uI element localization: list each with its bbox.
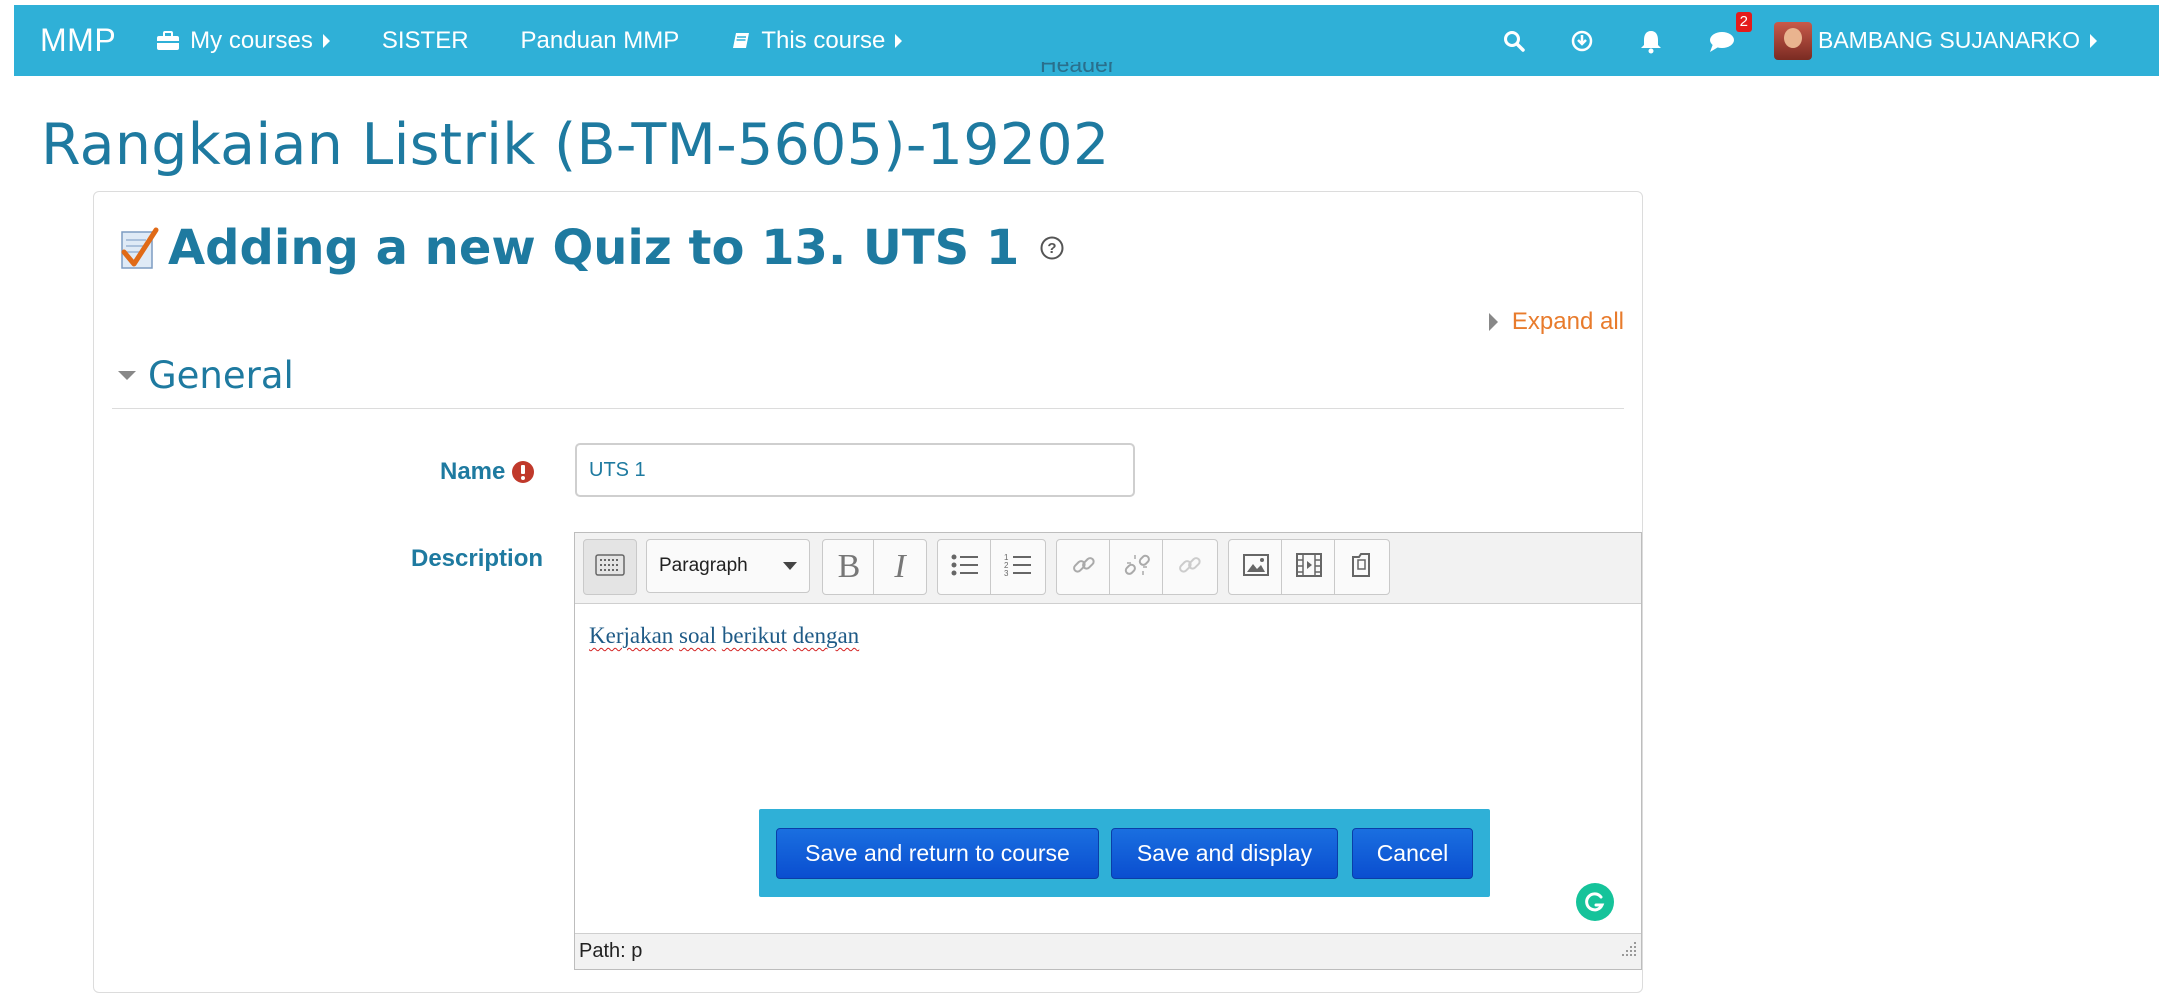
numbered-list-button[interactable]: 123 xyxy=(990,539,1046,595)
quiz-heading: Adding a new Quiz to 13. UTS 1 ? xyxy=(120,220,1065,276)
image-icon xyxy=(1242,553,1270,582)
required-icon xyxy=(511,460,535,484)
link-button[interactable] xyxy=(1056,539,1112,595)
keyboard-icon xyxy=(595,553,625,582)
link-disabled-icon xyxy=(1176,551,1204,584)
quiz-form-title: Adding a new Quiz to 13. UTS 1 xyxy=(168,220,1020,276)
editor-content[interactable]: Kerjakan soal berikut dengan xyxy=(589,623,859,649)
nav-this-course[interactable]: This course xyxy=(731,26,903,55)
nav-panduan-label: Panduan MMP xyxy=(520,26,680,54)
triangle-right-icon xyxy=(1488,313,1498,331)
save-display-button[interactable]: Save and display xyxy=(1111,828,1338,879)
paragraph-format-select[interactable]: Paragraph xyxy=(646,539,810,593)
insert-media-button[interactable] xyxy=(1281,539,1337,595)
section-divider xyxy=(112,408,1624,409)
caret-right-icon xyxy=(322,33,330,48)
insert-image-button[interactable] xyxy=(1228,539,1284,595)
svg-text:?: ? xyxy=(1048,240,1057,257)
numbered-list-icon: 123 xyxy=(1003,552,1033,583)
chevron-down-icon xyxy=(783,562,797,570)
anchor-link-button[interactable] xyxy=(1162,539,1218,595)
save-return-button[interactable]: Save and return to course xyxy=(776,828,1099,879)
name-label-text: Name xyxy=(440,458,506,485)
name-input[interactable] xyxy=(575,443,1135,497)
bell-icon[interactable] xyxy=(1638,28,1664,54)
user-name: BAMBANG SUJANARKO xyxy=(1818,27,2080,53)
nav-sister-label: SISTER xyxy=(381,26,469,54)
unlink-icon xyxy=(1123,551,1151,584)
grammarly-icon[interactable] xyxy=(1576,883,1614,921)
editor-toolbar: Paragraph B I 123 xyxy=(575,533,1641,604)
manage-files-button[interactable] xyxy=(1334,539,1390,595)
avatar xyxy=(1774,21,1812,60)
caret-right-icon xyxy=(2090,33,2097,48)
description-label: Description xyxy=(411,545,544,572)
misspelled-word: Kerjakan xyxy=(589,623,674,648)
page-title: Rangkaian Listrik (B-TM-5605)-19202 xyxy=(41,112,1110,178)
section-general-toggle[interactable]: General xyxy=(118,354,294,397)
expand-all-label: Expand all xyxy=(1511,308,1624,335)
message-count-badge: 2 xyxy=(1735,11,1752,32)
help-icon[interactable]: ? xyxy=(1039,235,1065,261)
nav-sister[interactable]: SISTER xyxy=(382,27,469,55)
navbar-right: 2 BAMBANG SUJANARKO xyxy=(1458,5,2097,76)
site-brand[interactable]: MMP xyxy=(40,22,116,59)
misspelled-word: soal xyxy=(679,623,717,648)
unlink-button[interactable] xyxy=(1109,539,1165,595)
toolbar-toggle-button[interactable] xyxy=(583,539,637,595)
link-icon xyxy=(1070,551,1098,584)
svg-text:3: 3 xyxy=(1004,569,1009,578)
files-icon xyxy=(1349,551,1375,584)
user-menu[interactable]: BAMBANG SUJANARKO xyxy=(1774,21,2097,60)
editor-path: Path: p xyxy=(579,940,643,962)
description-editor[interactable]: Paragraph B I 123 Kerjakan soal berikut … xyxy=(574,532,1642,970)
nav-panduan-mmp[interactable]: Panduan MMP xyxy=(521,27,680,55)
nav-my-courses-label: My courses xyxy=(190,26,313,54)
bold-button[interactable]: B xyxy=(822,539,876,595)
search-icon[interactable] xyxy=(1502,29,1526,53)
cancel-button[interactable]: Cancel xyxy=(1352,828,1473,879)
header-label: Header xyxy=(1040,62,1116,77)
book-icon xyxy=(731,31,751,51)
resize-grip-icon[interactable] xyxy=(1616,938,1638,966)
bullet-list-icon xyxy=(950,552,980,583)
italic-button[interactable]: I xyxy=(873,539,927,595)
caret-right-icon xyxy=(895,33,903,48)
sticky-footer: Save and return to course Save and displ… xyxy=(759,809,1490,897)
editor-statusbar: Path: p xyxy=(575,933,1641,969)
triangle-down-icon xyxy=(118,371,136,380)
expand-all-link[interactable]: Expand all xyxy=(1488,308,1624,336)
briefcase-icon xyxy=(156,30,180,51)
paragraph-format-value: Paragraph xyxy=(659,555,748,576)
nav-this-course-label: This course xyxy=(761,26,886,54)
nav-my-courses[interactable]: My courses xyxy=(156,27,330,55)
name-label: Name xyxy=(440,458,535,486)
quiz-icon xyxy=(120,226,160,270)
bulleted-list-button[interactable] xyxy=(937,539,993,595)
download-circle-icon[interactable] xyxy=(1570,29,1594,53)
misspelled-word: dengan xyxy=(792,623,860,648)
film-icon xyxy=(1295,552,1323,583)
section-general-label: General xyxy=(148,354,294,397)
chat-icon[interactable]: 2 xyxy=(1708,11,1752,54)
misspelled-word: berikut xyxy=(721,623,788,648)
